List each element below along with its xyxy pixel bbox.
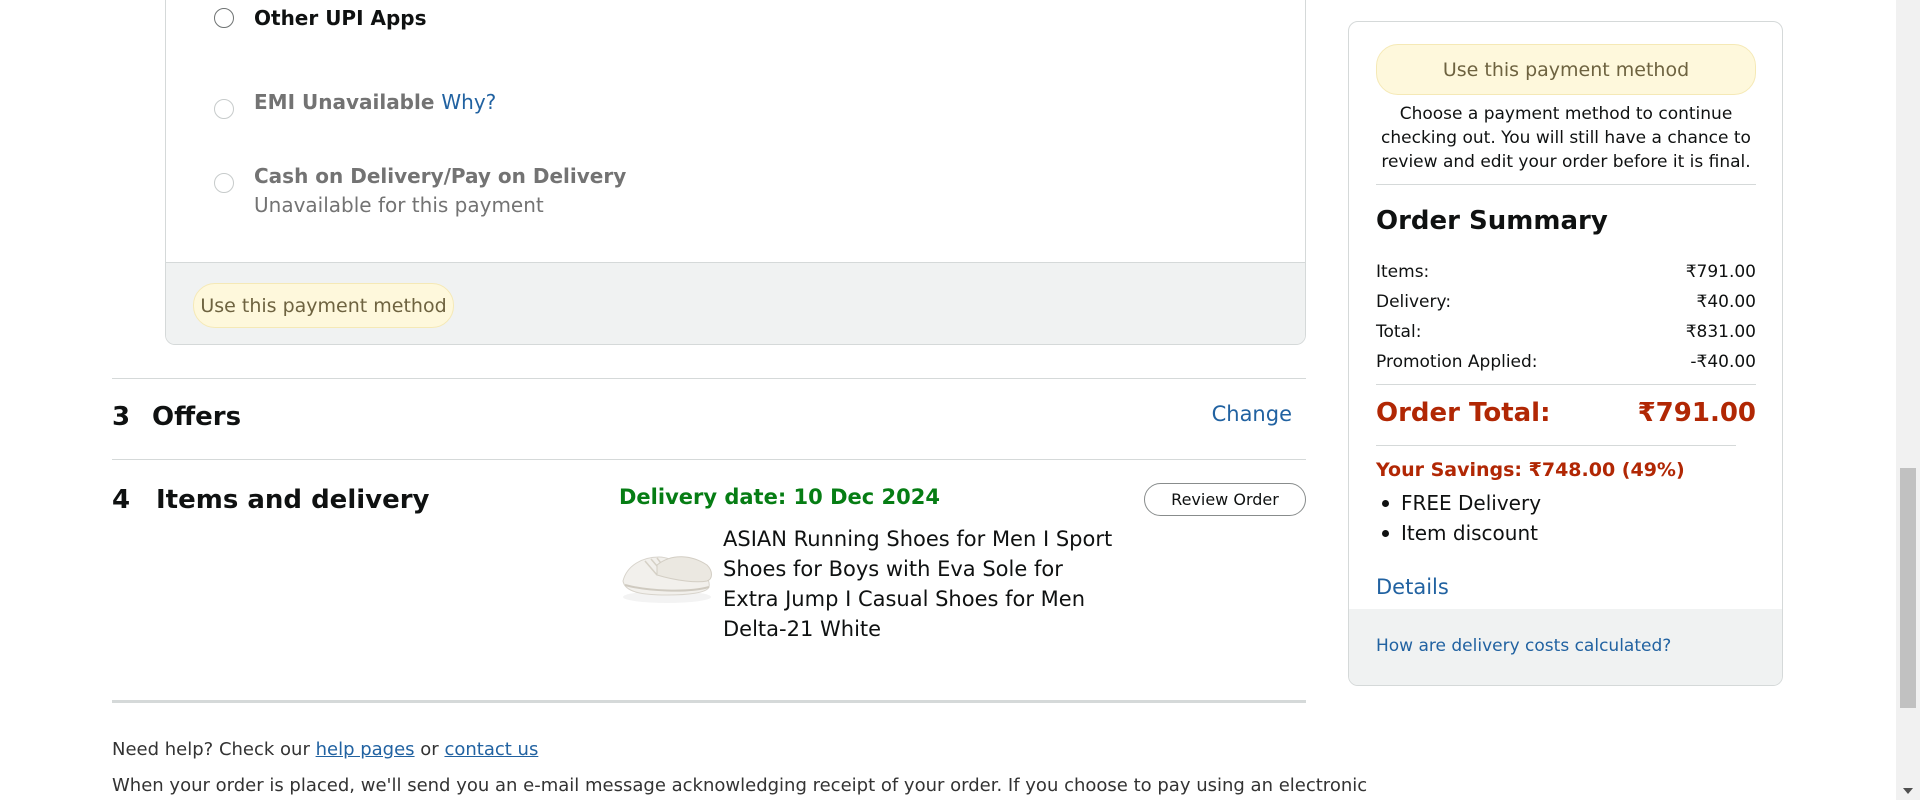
- delivery-date: Delivery date: 10 Dec 2024: [619, 485, 940, 509]
- contact-us-link[interactable]: contact us: [444, 739, 538, 760]
- emi-label: EMI Unavailable: [254, 90, 435, 114]
- help-pages-link[interactable]: help pages: [316, 739, 415, 760]
- radio-emi: [214, 99, 234, 119]
- emi-why-link[interactable]: Why?: [441, 90, 496, 114]
- bullet-icon: [1382, 499, 1389, 507]
- delivery-costs-link[interactable]: How are delivery costs calculated?: [1376, 636, 1671, 656]
- summary-row-total: Total: ₹831.00: [1376, 322, 1756, 342]
- payment-option-sub: Unavailable for this payment: [254, 193, 544, 217]
- payment-box-footer: Use this payment method: [166, 262, 1305, 344]
- section-number: 4: [112, 485, 131, 515]
- sidebar-note: Choose a payment method to continue chec…: [1381, 104, 1751, 172]
- summary-label: Items:: [1376, 262, 1430, 282]
- sidebar-footer: How are delivery costs calculated?: [1349, 609, 1782, 685]
- sidebar-divider: [1376, 184, 1756, 185]
- summary-value: ₹831.00: [1685, 322, 1756, 342]
- use-payment-method-button[interactable]: Use this payment method: [193, 283, 454, 328]
- summary-value: ₹40.00: [1696, 292, 1756, 312]
- help-prefix: Need help? Check our: [112, 739, 310, 760]
- list-item: Item discount: [1376, 518, 1541, 548]
- bottom-divider: [112, 700, 1306, 703]
- savings-text: Your Savings: ₹748.00 (49%): [1376, 459, 1685, 481]
- summary-value: -₹40.00: [1690, 352, 1756, 372]
- radio-cod: [214, 173, 234, 193]
- payment-method-box: Other UPI Apps EMI Unavailable Why? Cash…: [165, 0, 1306, 345]
- scroll-down-icon[interactable]: [1903, 788, 1913, 794]
- section-title-offers: Offers: [152, 402, 242, 432]
- product-name[interactable]: ASIAN Running Shoes for Men I Sport Shoe…: [723, 524, 1113, 644]
- summary-label: Delivery:: [1376, 292, 1452, 312]
- help-or: or: [420, 739, 439, 760]
- sidebar-divider: [1376, 445, 1736, 446]
- offers-change-link[interactable]: Change: [1212, 402, 1292, 426]
- order-summary-title: Order Summary: [1376, 206, 1608, 236]
- order-summary-panel: Use this payment method Choose a payment…: [1348, 21, 1783, 686]
- summary-label: Promotion Applied:: [1376, 352, 1538, 372]
- savings-details-link[interactable]: Details: [1376, 575, 1449, 599]
- help-line: Need help? Check our help pages or conta…: [112, 739, 538, 760]
- page-scrollbar[interactable]: [1896, 0, 1920, 800]
- section-divider: [112, 378, 1306, 379]
- summary-row-items: Items: ₹791.00: [1376, 262, 1756, 282]
- savings-list: FREE Delivery Item discount: [1376, 488, 1541, 548]
- list-item-text: Item discount: [1401, 521, 1538, 545]
- radio-upi[interactable]: [214, 8, 234, 28]
- summary-value: ₹791.00: [1685, 262, 1756, 282]
- bullet-icon: [1382, 529, 1389, 537]
- section-number: 3: [112, 402, 131, 432]
- order-total-row: Order Total: ₹791.00: [1376, 398, 1756, 428]
- section-title-items: Items and delivery: [156, 485, 430, 515]
- order-total-value: ₹791.00: [1637, 398, 1756, 428]
- list-item: FREE Delivery: [1376, 488, 1541, 518]
- summary-row-promotion: Promotion Applied: -₹40.00: [1376, 352, 1756, 372]
- payment-option-label: Cash on Delivery/Pay on Delivery: [254, 164, 627, 188]
- summary-row-delivery: Delivery: ₹40.00: [1376, 292, 1756, 312]
- list-item-text: FREE Delivery: [1401, 491, 1542, 515]
- product-image[interactable]: [617, 535, 717, 610]
- summary-label: Total:: [1376, 322, 1422, 342]
- section-divider: [112, 459, 1306, 460]
- payment-option-label: EMI Unavailable Why?: [254, 90, 496, 114]
- review-order-button[interactable]: Review Order: [1144, 483, 1306, 516]
- sidebar-divider: [1376, 384, 1756, 385]
- sidebar-use-payment-method-button[interactable]: Use this payment method: [1376, 44, 1756, 95]
- order-total-label: Order Total:: [1376, 398, 1551, 428]
- payment-option-label: Other UPI Apps: [254, 6, 427, 30]
- order-notice: When your order is placed, we'll send yo…: [112, 775, 1368, 796]
- scrollbar-thumb[interactable]: [1900, 468, 1916, 708]
